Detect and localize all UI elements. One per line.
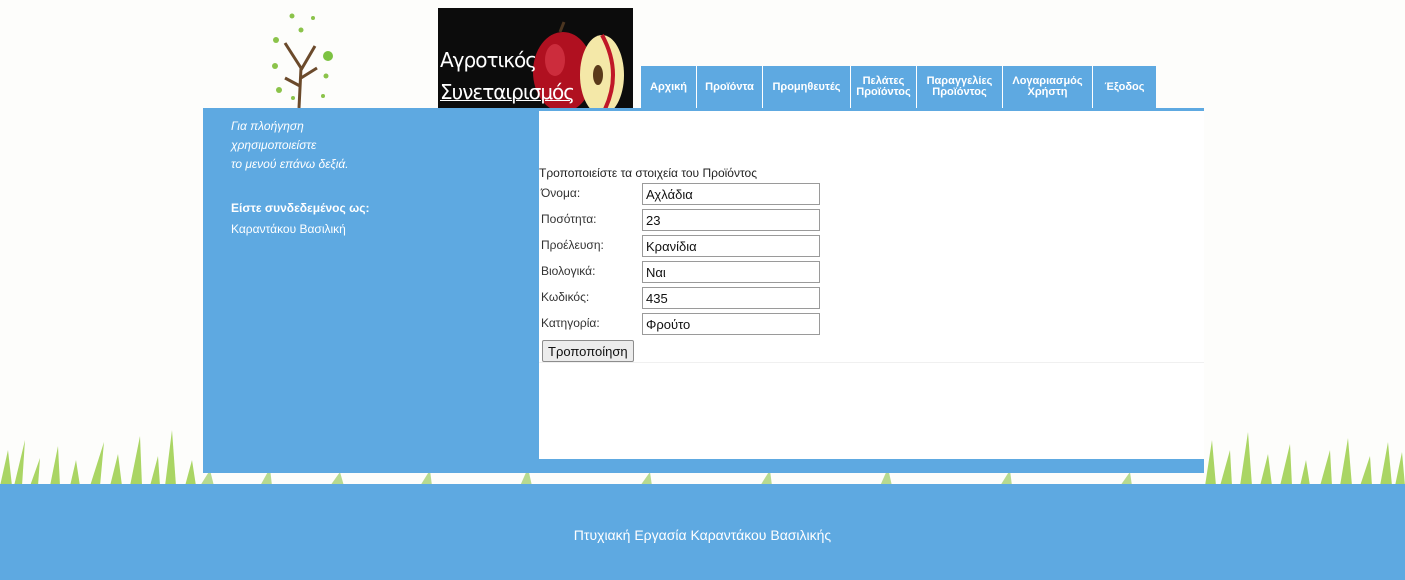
site-banner: Αγροτικός Συνεταιρισμός bbox=[438, 8, 633, 108]
nav-item-suppliers[interactable]: Προμηθευτές bbox=[762, 66, 850, 108]
origin-field[interactable] bbox=[642, 235, 820, 257]
field-label: Προέλευση: bbox=[541, 238, 604, 252]
main-nav: Αρχική Προϊόντα Προμηθευτές Πελάτες Προϊ… bbox=[640, 66, 1156, 108]
nav-item-product-customers[interactable]: Πελάτες Προϊόντος bbox=[850, 66, 916, 108]
quantity-field[interactable] bbox=[642, 209, 820, 231]
main-content: Τροποποιείστε τα στοιχεία του Προϊόντος … bbox=[539, 111, 1204, 459]
hint-line: χρησιμοποιείστε bbox=[231, 138, 317, 152]
nav-item-logout[interactable]: Έξοδος bbox=[1092, 66, 1156, 108]
footer: Πτυχιακή Εργασία Καραντάκου Βασιλικής bbox=[0, 484, 1405, 580]
nav-item-home[interactable]: Αρχική bbox=[640, 66, 696, 108]
field-label: Βιολογικά: bbox=[541, 264, 596, 278]
banner-title-line1: Αγροτικός bbox=[440, 48, 537, 72]
logged-in-user: Καραντάκου Βασιλική bbox=[231, 222, 346, 236]
code-field[interactable] bbox=[642, 287, 820, 309]
nav-item-products[interactable]: Προϊόντα bbox=[696, 66, 762, 108]
field-label: Κωδικός: bbox=[541, 290, 590, 304]
content-bottom-bar bbox=[539, 459, 1204, 473]
category-field[interactable] bbox=[642, 313, 820, 335]
nav-item-user-account[interactable]: Λογαριασμός Χρήστη bbox=[1002, 66, 1092, 108]
field-label: Ποσότητα: bbox=[541, 212, 597, 226]
banner-title-line2: Συνεταιρισμός bbox=[440, 80, 575, 104]
tree-logo-icon bbox=[272, 13, 333, 108]
hint-line: το μενού επάνω δεξιά. bbox=[231, 157, 349, 171]
name-field[interactable] bbox=[642, 183, 820, 205]
logged-in-label: Είστε συνδεδεμένος ως: bbox=[231, 201, 370, 215]
nav-underline bbox=[203, 108, 1204, 111]
nav-item-product-orders[interactable]: Παραγγελίες Προϊόντος bbox=[916, 66, 1002, 108]
form-title: Τροποποιείστε τα στοιχεία του Προϊόντος bbox=[539, 166, 757, 180]
divider bbox=[539, 362, 1204, 363]
hint-line: Για πλοήγηση bbox=[231, 119, 304, 133]
field-label: Κατηγορία: bbox=[541, 316, 600, 330]
organic-field[interactable] bbox=[642, 261, 820, 283]
field-label: Όνομα: bbox=[541, 186, 581, 200]
navigation-hint: Για πλοήγηση χρησιμοποιείστε το μενού επ… bbox=[231, 117, 349, 174]
footer-text: Πτυχιακή Εργασία Καραντάκου Βασιλικής bbox=[573, 527, 832, 543]
modify-button[interactable]: Τροποποίηση bbox=[542, 340, 634, 362]
sidebar: Για πλοήγηση χρησιμοποιείστε το μενού επ… bbox=[203, 108, 539, 473]
